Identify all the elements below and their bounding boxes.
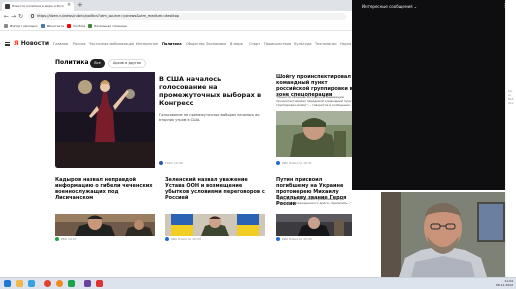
source-logo-icon [276,161,280,165]
browser-tab[interactable]: Новости политики в мире и России сегодня… [2,2,74,11]
webcam-video-image [381,192,505,277]
chrome-icon[interactable] [44,280,51,287]
news-card-zelensky[interactable]: Зеленский назвал уважение Устава ООН и в… [165,176,267,248]
reload-icon[interactable]: ↻ [18,12,23,21]
source-logo-icon [276,237,280,241]
edge-text: Выб [508,98,514,101]
rubric-sport[interactable]: Спорт [249,42,260,47]
bookmark-item[interactable]: Импорт закладок [4,23,38,30]
app-icon[interactable] [68,280,75,287]
bookmark-item[interactable]: Начальная страница [88,23,127,30]
app-icon[interactable] [84,280,91,287]
edge-text: Фин [508,102,514,105]
site-logo[interactable]: Я Новости [14,40,49,48]
mail-icon[interactable] [28,280,35,287]
news-headline[interactable]: Кадыров назвал неправдой информацию о ги… [55,177,155,201]
filter-archive-chip[interactable]: Архив и другое [108,59,146,68]
messages-panel-title[interactable]: Интересные сообщения ⌄ [362,3,417,11]
source-logo-icon [165,237,169,241]
lock-icon [31,14,34,18]
filter-all-chip[interactable]: Все [90,59,105,68]
hamburger-menu-icon[interactable] [5,42,10,46]
news-source: ТАСС 10:49 [159,161,183,166]
home-page-icon [88,24,92,28]
shoigu-photo-image [276,111,352,157]
source-logo-icon [159,161,163,165]
news-card-hero[interactable]: В США началось голосование на промежуточ… [55,72,268,168]
bookmark-item[interactable]: YouTube [67,23,85,30]
kadyrov-photo-image [55,214,155,236]
news-source: РБК 10:47 [55,237,77,242]
news-source: РИА Новости 10:45 [276,237,312,242]
os-taskbar: 11:04 08.11.2022 [0,277,516,289]
rubric-world[interactable]: В мире [230,42,243,47]
start-button-icon[interactable] [4,280,11,287]
putin-photo-image [276,214,352,236]
right-edge-panel: Рек за Выб Фин [505,0,516,277]
rubric-main[interactable]: Главное [53,42,68,47]
rubric-society[interactable]: Общество [186,42,205,47]
news-headline[interactable]: Зеленский назвал уважение Устава ООН и в… [165,177,265,201]
rubric-science[interactable]: Наука [340,42,351,47]
news-description: "Министр обороны Российской Федерации пр… [276,95,352,107]
source-logo-icon [55,237,59,241]
news-source: РИА Новости 10:33 [165,237,201,242]
forward-arrow-icon[interactable]: → [11,12,16,21]
rubric-mobilization[interactable]: Частичная мобилизация [89,42,134,47]
app-icon[interactable] [96,280,103,287]
hero-photo-image [55,72,155,168]
news-card-putin[interactable]: Путин присвоил погибшему на Украине прот… [274,176,352,248]
edge-text: за [508,94,511,97]
edge-text: Рек [508,90,513,93]
tab-title: Новости политики в мире и России сегодня… [12,4,64,8]
new-tab-icon[interactable]: + [77,1,83,9]
rubric-technology[interactable]: Технологии [315,42,337,47]
rubric-interesting[interactable]: Интересное [136,42,158,47]
taskbar-clock[interactable]: 11:04 08.11.2022 [491,279,513,287]
site-header: Я Новости Главное Россия Частичная мобил… [0,31,352,57]
news-description: Голосование на промежуточных выборах нач… [159,113,260,122]
news-source: РИА Новости 10:41 [276,161,312,166]
back-arrow-icon[interactable]: ← [4,12,9,21]
zelensky-photo-image [165,214,265,236]
news-description: "За мужество и героизм, проявленные при … [276,197,352,205]
bookmark-import-icon [4,24,8,28]
vk-icon [41,24,45,28]
rubric-russia[interactable]: Россия [73,42,85,47]
news-card-kadyrov[interactable]: Кадыров назвал неправдой информацию о ги… [55,176,157,248]
rubric-incidents[interactable]: Происшествия [264,42,291,47]
address-url[interactable]: https://dzen.ru/news/rubric/politics?utm… [37,13,179,20]
address-bar[interactable]: https://dzen.ru/news/rubric/politics?utm… [28,13,346,20]
tab-favicon-icon [5,4,10,9]
bookmark-item[interactable]: ВКонтакте [41,23,64,30]
messages-overlay-panel: Интересные сообщения ⌄ ⋮ [352,0,516,190]
tab-close-icon[interactable]: × [67,2,71,9]
firefox-icon[interactable] [56,280,63,287]
rubric-politics[interactable]: Политика [162,42,182,47]
webcam-overlay [381,192,505,277]
section-title: Политика [55,59,89,66]
news-headline[interactable]: В США началось голосование на промежуточ… [159,75,264,107]
rubric-economy[interactable]: Экономика [206,42,226,47]
file-explorer-icon[interactable] [16,280,23,287]
clock-date: 08.11.2022 [495,283,513,287]
news-card-shoigu[interactable]: Шойгу проинспектировал командный пункт р… [274,72,352,168]
youtube-icon [67,24,71,28]
rubric-culture[interactable]: Культура [294,42,311,47]
